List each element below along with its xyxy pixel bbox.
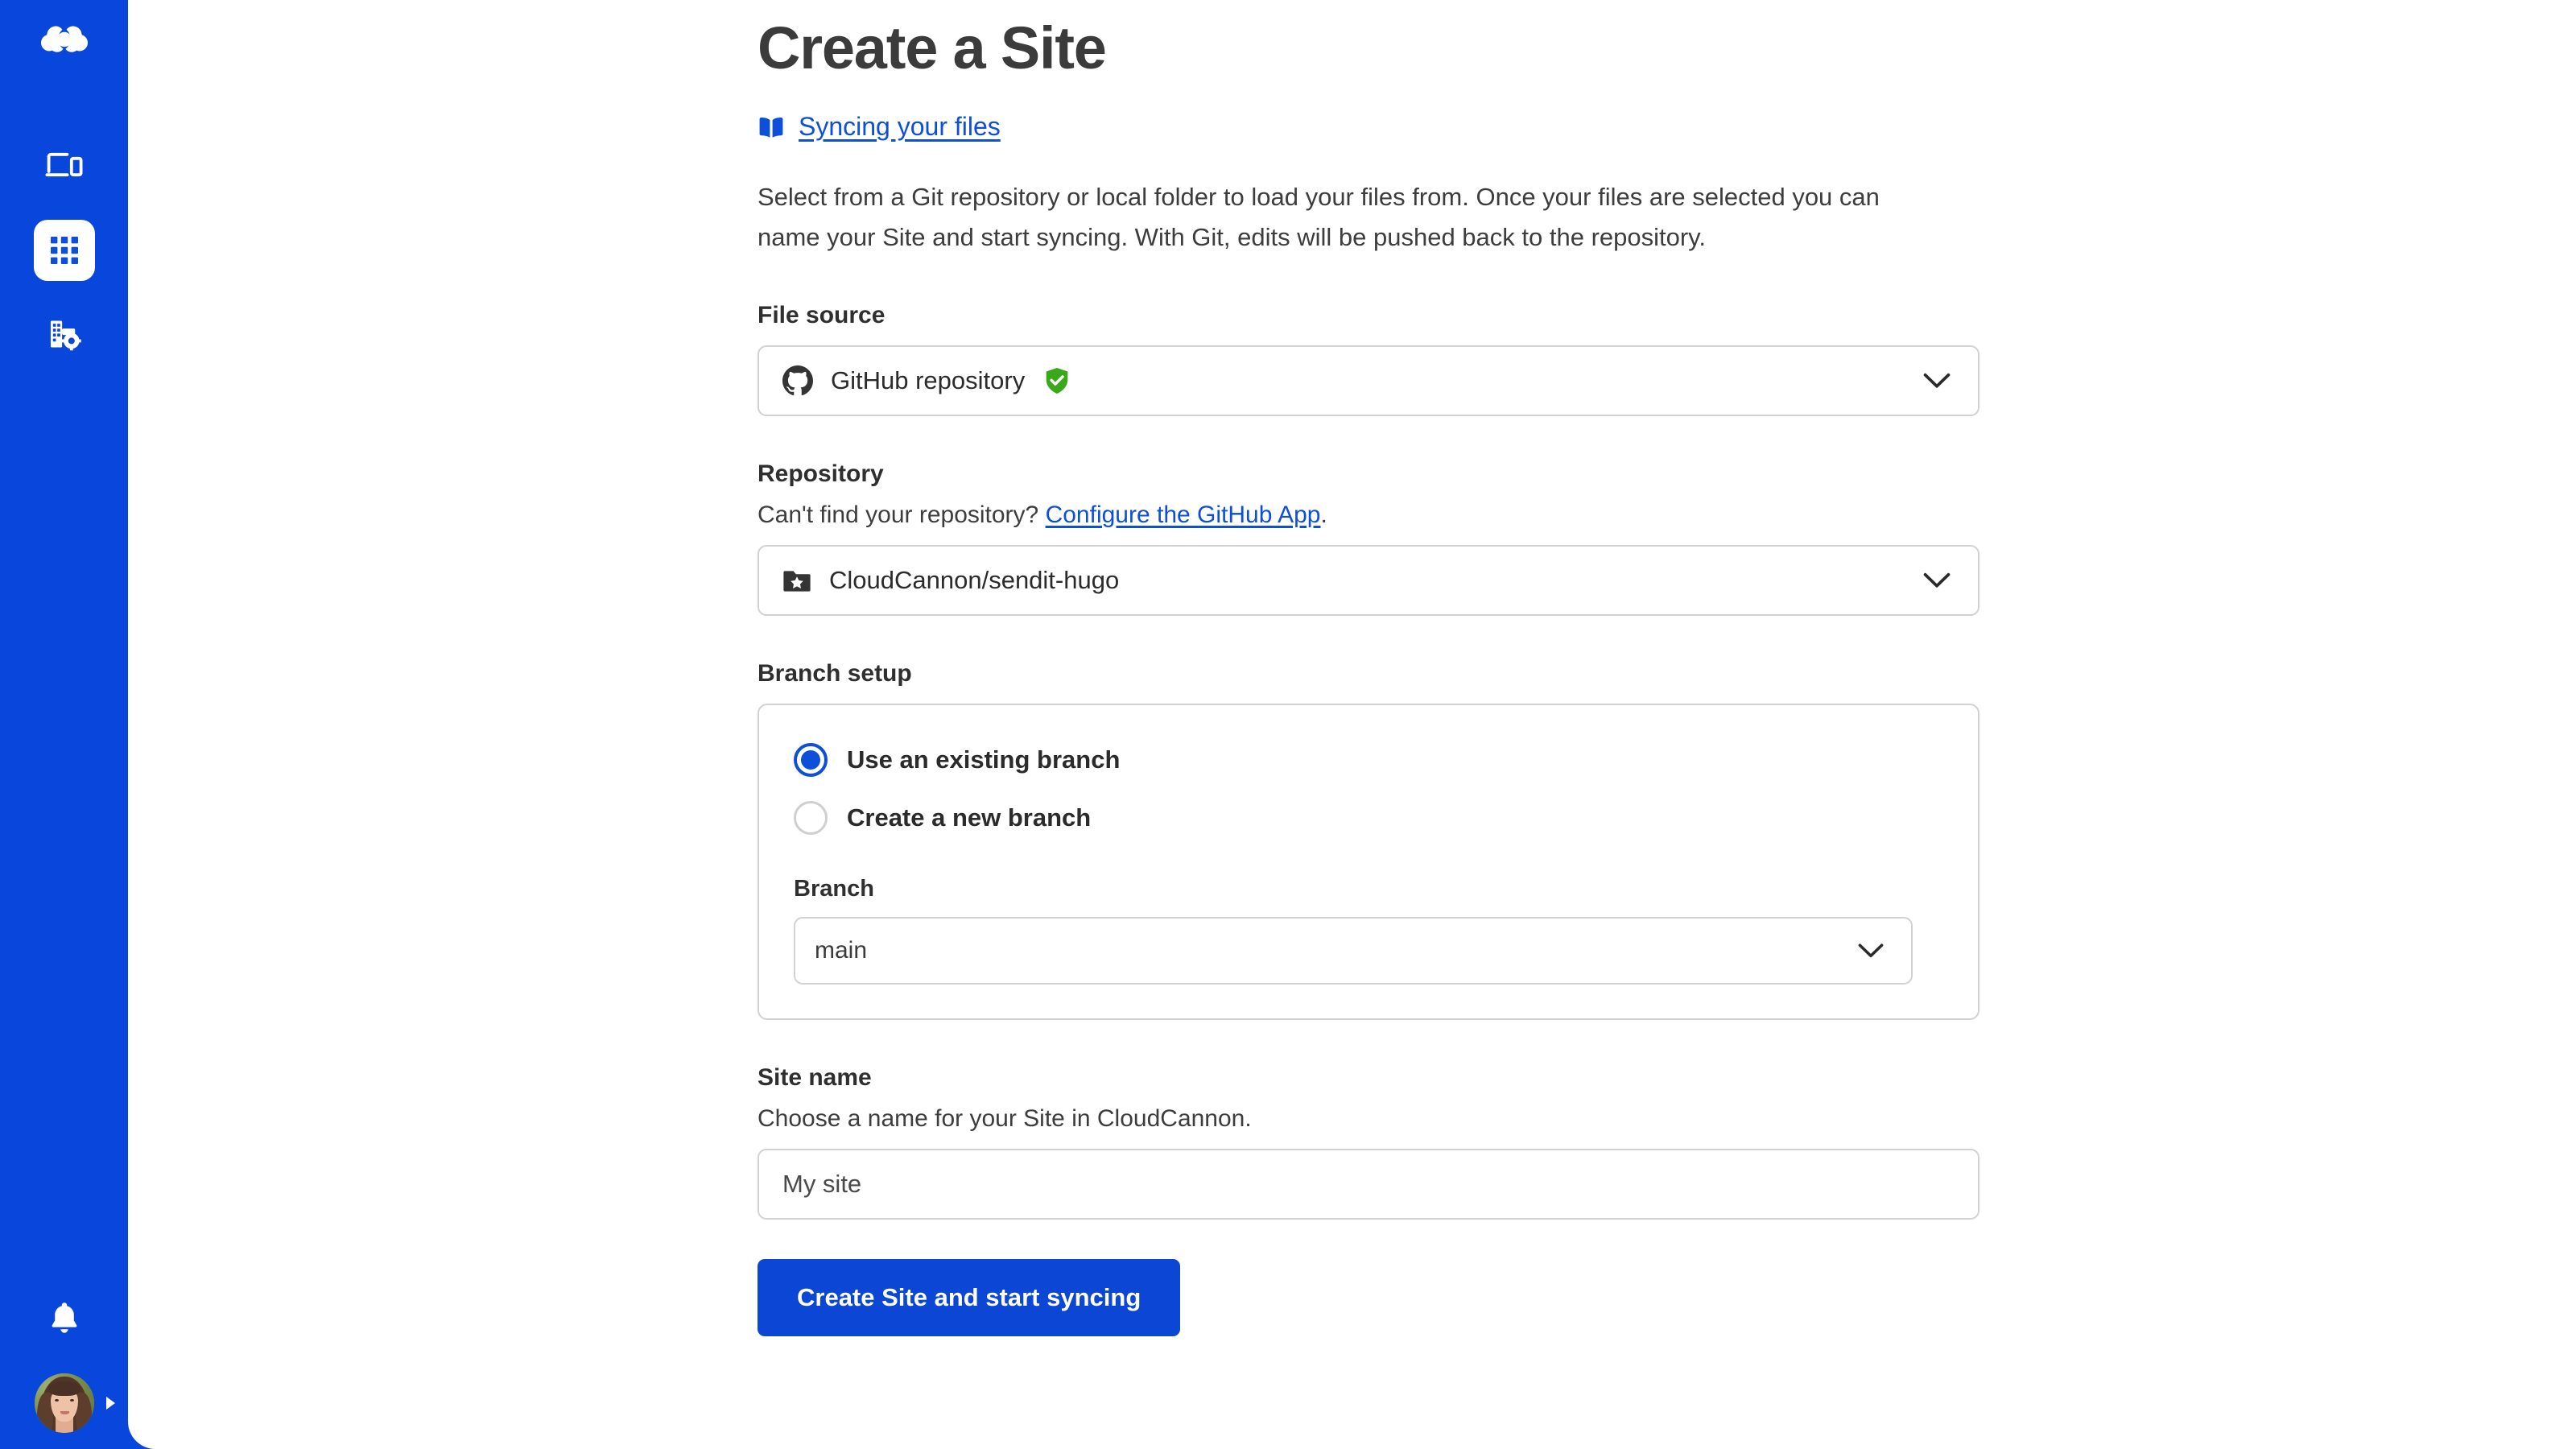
organization-settings-icon-chip (34, 303, 95, 365)
sidebar-item-apps[interactable] (0, 219, 128, 281)
organization-settings-icon (50, 320, 81, 350)
grid-apps-icon (50, 236, 78, 264)
radio-button-unselected-icon[interactable] (794, 801, 828, 836)
file-source-value: GitHub repository (831, 366, 1026, 395)
sidebar-item-sites[interactable] (0, 135, 128, 196)
branch-value: main (815, 937, 868, 964)
app-root: Create a Site Syncing your files Select … (0, 0, 2576, 1449)
branch-setup-label: Branch setup (758, 660, 912, 687)
branch-setup-card: Use an existing branch Create a new bran… (758, 704, 1979, 1021)
user-avatar (34, 1373, 94, 1433)
book-icon (759, 117, 783, 138)
github-icon (782, 365, 813, 396)
page-title: Create a Site (758, 14, 1107, 81)
verified-shield-icon (1046, 368, 1068, 394)
radio-use-existing-branch-label: Use an existing branch (847, 745, 1121, 774)
main-panel: Create a Site Syncing your files Select … (128, 0, 2576, 1449)
radio-create-new-branch-label: Create a new branch (847, 803, 1092, 832)
grid-apps-icon-chip (33, 219, 95, 281)
bell-icon (52, 1302, 76, 1333)
site-name-input[interactable]: My site (758, 1149, 1979, 1220)
devices-icon (45, 152, 82, 176)
chevron-down-icon (1923, 573, 1951, 588)
repository-help-suffix: . (1320, 502, 1327, 529)
radio-use-existing-branch[interactable]: Use an existing branch (759, 731, 1978, 789)
user-menu-button[interactable] (0, 1356, 128, 1449)
repository-label: Repository (758, 460, 884, 488)
file-source-label: File source (758, 302, 886, 329)
sidebar-bottom (0, 1280, 128, 1449)
caret-right-icon (106, 1396, 115, 1410)
configure-github-app-link[interactable]: Configure the GitHub App (1046, 502, 1321, 528)
branch-select[interactable]: main (794, 917, 1913, 985)
documentation-link[interactable]: Syncing your files (799, 112, 1001, 142)
repository-select[interactable]: CloudCannon/sendit-hugo (758, 545, 1979, 617)
file-source-select[interactable]: GitHub repository (758, 345, 1979, 417)
devices-icon-chip (34, 135, 95, 196)
primary-sidebar (0, 0, 128, 1449)
sidebar-nav (0, 135, 128, 364)
create-site-form: Create a Site Syncing your files Select … (758, 0, 2046, 1337)
sidebar-item-organization-settings[interactable] (0, 303, 128, 364)
radio-create-new-branch[interactable]: Create a new branch (759, 789, 1978, 847)
branch-label: Branch (794, 876, 874, 902)
cloudcannon-logo-wrap[interactable] (0, 18, 128, 66)
intro-text: Select from a Git repository or local fo… (758, 183, 1880, 252)
site-name-label: Site name (758, 1064, 872, 1092)
repository-value: CloudCannon/sendit-hugo (829, 566, 1120, 595)
notifications-button[interactable] (0, 1280, 128, 1356)
cloudcannon-logo (40, 26, 88, 52)
repo-folder-star-icon (783, 571, 811, 592)
chevron-down-icon (1923, 374, 1951, 389)
radio-button-selected-icon[interactable] (794, 743, 828, 778)
repository-help: Can't find your repository? Configure th… (758, 502, 2046, 529)
repository-help-prefix: Can't find your repository? (758, 502, 1046, 529)
chevron-down-icon (1858, 943, 1884, 958)
create-site-button[interactable]: Create Site and start syncing (758, 1259, 1181, 1337)
site-name-help: Choose a name for your Site in CloudCann… (758, 1105, 1252, 1133)
documentation-link-row[interactable]: Syncing your files (758, 112, 2046, 142)
